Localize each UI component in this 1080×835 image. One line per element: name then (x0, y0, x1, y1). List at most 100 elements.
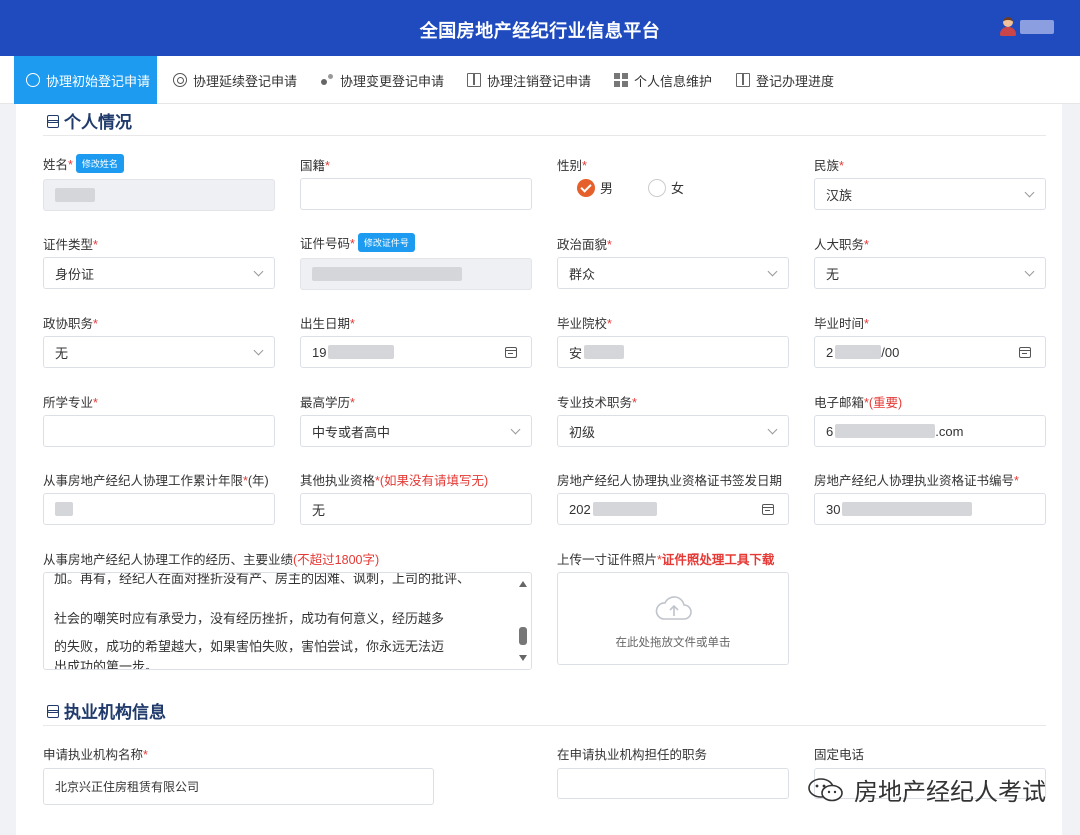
tab-label: 协理变更登记申请 (340, 73, 445, 89)
other-qual-label: 其他执业资格*(如果没有请填写无) (300, 474, 489, 488)
chevron-down-icon (510, 424, 521, 435)
cppcc-post-select[interactable]: 无 (43, 336, 275, 368)
years-field[interactable] (43, 493, 275, 525)
masked-value (328, 345, 395, 359)
tech-title-label: 专业技术职务* (557, 396, 637, 410)
org-name-field[interactable]: 北京兴正住房租赁有限公司 (43, 768, 434, 805)
clock-icon (26, 73, 40, 87)
scroll-thumb[interactable] (519, 627, 527, 645)
photo-upload-dropzone[interactable]: 在此处拖放文件或单击 (557, 572, 789, 665)
nationality-label: 国籍* (300, 159, 330, 173)
school-label: 毕业院校* (557, 317, 612, 331)
masked-value (312, 267, 462, 281)
photo-tool-download-link[interactable]: 证件照处理工具下载 (662, 553, 775, 567)
text-line: 加。再有，经纪人在面对挫折没有产、房主的因难、讽刺，上司的批评、 (54, 572, 471, 586)
tab-label: 协理注销登记申请 (487, 73, 592, 89)
section-personal-title: 个人情况 (46, 108, 132, 133)
chevron-down-icon (1024, 187, 1035, 198)
target-icon (173, 73, 187, 87)
cloud-upload-icon (655, 596, 692, 620)
gender-female-radio[interactable]: 女 (648, 178, 684, 197)
chevron-down-icon (767, 266, 778, 277)
cert-no-field[interactable]: 30 (814, 493, 1046, 525)
id-type-label: 证件类型* (43, 238, 98, 252)
main-nav: 协理初始登记申请 协理延续登记申请 协理变更登记申请 协理注销登记申请 个人信息… (0, 56, 1080, 104)
id-type-select[interactable]: 身份证 (43, 257, 275, 289)
chevron-down-icon (253, 266, 264, 277)
political-select[interactable]: 群众 (557, 257, 789, 289)
edit-id-button[interactable]: 修改证件号 (357, 233, 415, 252)
text-line: 社会的嘲笑时应有承受力，没有经历挫折，成功有何意义，经历越多 (54, 611, 445, 626)
major-label: 所学专业* (43, 396, 98, 410)
major-field[interactable] (43, 415, 275, 447)
section-divider (43, 725, 1046, 726)
masked-value (835, 424, 936, 438)
position-field[interactable] (557, 768, 789, 799)
npc-post-select[interactable]: 无 (814, 257, 1046, 289)
section-title-text: 个人情况 (64, 113, 132, 132)
ethnicity-label: 民族* (814, 159, 844, 173)
cert-date-picker[interactable]: 202 (557, 493, 789, 525)
tab-cancel-registration[interactable]: 协理注销登记申请 (467, 56, 591, 104)
layers-icon (46, 704, 60, 718)
section-divider (43, 135, 1046, 136)
calendar-icon (762, 504, 774, 515)
tab-renewal-registration[interactable]: 协理延续登记申请 (173, 56, 297, 104)
position-label: 在申请执业机构担任的职务 (557, 748, 708, 762)
watermark-text: 房地产经纪人考试 (854, 779, 1046, 806)
calendar-icon (1019, 347, 1031, 358)
education-label: 最高学历* (300, 396, 355, 410)
other-qual-field[interactable]: 无 (300, 493, 532, 525)
tab-personal-info[interactable]: 个人信息维护 (614, 56, 712, 104)
edit-name-button[interactable]: 修改姓名 (75, 154, 124, 173)
experience-label: 从事房地产经纪人协理工作的经历、主要业绩(不超过1800字) (43, 553, 380, 567)
masked-value (584, 345, 625, 359)
experience-textarea[interactable]: 加。再有，经纪人在面对挫折没有产、房主的因难、讽刺，上司的批评、 社会的嘲笑时应… (43, 572, 532, 670)
tab-progress[interactable]: 登记办理进度 (736, 56, 834, 104)
birth-date-picker[interactable]: 19 (300, 336, 532, 368)
top-header: 全国房地产经纪行业信息平台 (0, 0, 1080, 56)
email-field[interactable]: 6 .com (814, 415, 1046, 447)
grid-icon (614, 73, 628, 87)
cert-date-label: 房地产经纪人协理执业资格证书签发日期 (557, 474, 783, 488)
tech-title-select[interactable]: 初级 (557, 415, 789, 447)
grad-time-picker[interactable]: 2/00 (814, 336, 1046, 368)
layers-icon (46, 114, 60, 128)
tab-initial-registration[interactable]: 协理初始登记申请 (14, 56, 157, 104)
dots-icon (320, 73, 334, 87)
book-icon (467, 73, 481, 87)
birth-date-label: 出生日期* (300, 317, 355, 331)
masked-value (55, 188, 95, 202)
platform-title: 全国房地产经纪行业信息平台 (419, 21, 661, 41)
user-name-masked (1020, 20, 1054, 34)
user-menu[interactable] (999, 17, 1054, 37)
user-avatar-icon (999, 17, 1017, 37)
name-label: 姓名* 修改姓名 (43, 154, 124, 173)
radio-unchecked-icon (648, 178, 666, 197)
grad-time-label: 毕业时间* (814, 317, 869, 331)
id-number-label: 证件号码* 修改证件号 (300, 233, 415, 252)
calendar-icon (505, 347, 517, 358)
org-name-label: 申请执业机构名称* (43, 748, 148, 762)
form-panel: 个人情况 姓名* 修改姓名 国籍* 性别* 民族* 男 女 汉族 证件类型* 证件… (16, 104, 1062, 835)
textarea-scrollbar[interactable] (515, 573, 531, 669)
ethnicity-select[interactable]: 汉族 (814, 178, 1046, 210)
tab-label: 登记办理进度 (756, 73, 835, 89)
tab-label: 协理初始登记申请 (46, 73, 151, 89)
gender-male-radio[interactable]: 男 (577, 178, 613, 197)
section-title-text: 执业机构信息 (64, 703, 166, 722)
dropzone-text: 在此处拖放文件或单击 (615, 637, 731, 649)
phone-label: 固定电话 (814, 748, 865, 762)
school-field[interactable]: 安 (557, 336, 789, 368)
education-select[interactable]: 中专或者高中 (300, 415, 532, 447)
scroll-down-icon[interactable] (519, 655, 527, 661)
political-label: 政治面貌* (557, 238, 612, 252)
wechat-icon (808, 777, 843, 801)
tab-change-registration[interactable]: 协理变更登记申请 (320, 56, 444, 104)
section-org-title: 执业机构信息 (46, 698, 166, 723)
nationality-field[interactable] (300, 178, 532, 210)
chevron-down-icon (767, 424, 778, 435)
masked-value (592, 502, 657, 516)
years-label: 从事房地产经纪人协理工作累计年限*(年) (43, 474, 269, 488)
scroll-up-icon[interactable] (519, 581, 527, 587)
